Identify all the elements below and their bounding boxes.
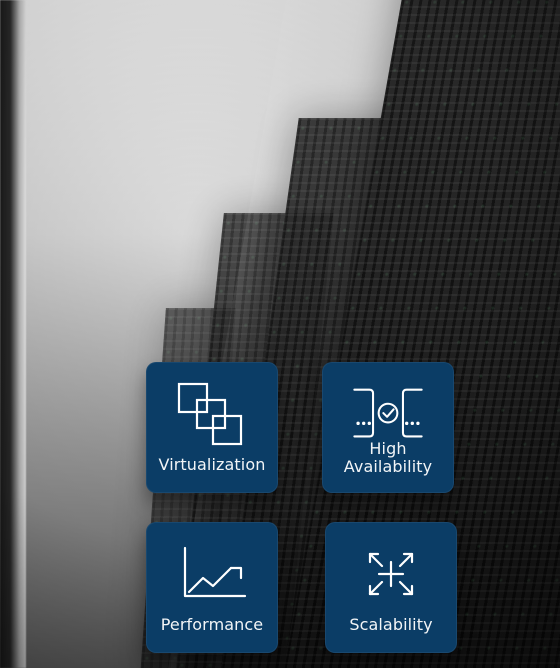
hero-background — [0, 0, 560, 668]
feature-tile-virtualization[interactable]: Virtualization — [146, 362, 278, 493]
tile-label: Scalability — [349, 615, 433, 634]
tile-label-line-1: High — [369, 439, 407, 458]
tile-label: Virtualization — [158, 455, 266, 474]
feature-tile-high-availability[interactable]: High Availability — [322, 362, 454, 493]
virtualization-icon — [169, 378, 255, 450]
feature-tile-performance[interactable]: Performance — [146, 522, 278, 653]
feature-tile-scalability[interactable]: Scalability — [325, 522, 457, 653]
tile-label: Performance — [160, 615, 264, 634]
scalability-icon — [348, 538, 434, 610]
tile-label: High Availability — [344, 440, 432, 476]
tile-label-line-2: Availability — [343, 457, 433, 476]
left-edge-photo-strip — [0, 0, 26, 668]
performance-chart-icon — [169, 538, 255, 610]
